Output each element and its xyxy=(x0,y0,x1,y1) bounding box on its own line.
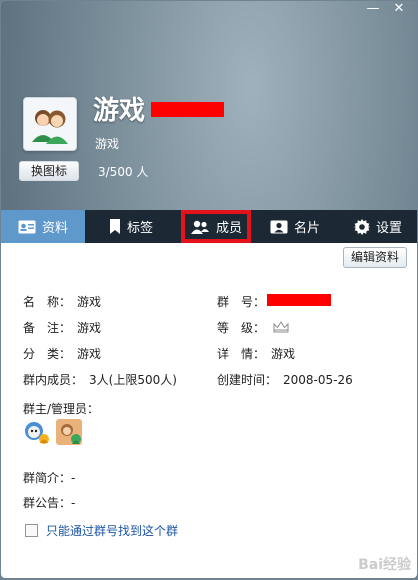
field-label: 群内成员： xyxy=(23,373,84,387)
group-title: 游戏 xyxy=(93,96,146,126)
field-label: 创建时间： xyxy=(217,373,278,387)
field-category: 分 类： 游戏 xyxy=(23,345,101,362)
field-value: 游戏 xyxy=(77,347,102,361)
checkbox[interactable] xyxy=(25,524,38,537)
tab-members[interactable]: 成员 xyxy=(181,210,251,243)
field-group-number: 群 号： xyxy=(217,293,265,310)
tab-label: 设置 xyxy=(375,221,402,236)
redaction-bar xyxy=(151,102,224,117)
tab-label: 成员 xyxy=(215,221,242,236)
crown-icon xyxy=(273,321,289,333)
field-value: 2008-05-26 xyxy=(283,373,353,387)
field-label: 群 号： xyxy=(217,295,266,309)
admin-list xyxy=(23,418,83,446)
tab-tags[interactable]: 标签 xyxy=(85,210,177,243)
search-by-number-only[interactable]: 只能通过群号找到这个群 xyxy=(25,522,178,539)
admins-label: 群主/管理员： xyxy=(23,402,100,416)
minimize-button[interactable]: — xyxy=(361,1,385,19)
change-icon-button[interactable]: 换图标 xyxy=(19,161,79,181)
field-name: 名 称： 游戏 xyxy=(23,293,101,310)
field-members: 群内成员： 3人(上限500人) xyxy=(23,371,177,388)
profile-panel: 编辑资料 名 称： 游戏 备 注： 游戏 分 类： 游戏 群内成员： 3人(上限500人… xyxy=(1,243,417,578)
field-value: 游戏 xyxy=(271,347,296,361)
gear-icon xyxy=(353,218,370,235)
watermark: Bai经验 xyxy=(358,557,411,573)
tab-bar: 资料 标签 成员 名片 设置 xyxy=(1,210,417,243)
field-label: 等 级： xyxy=(217,321,266,335)
field-created: 创建时间： 2008-05-26 xyxy=(217,371,353,388)
group-avatar[interactable] xyxy=(23,97,77,151)
field-label: 详 情： xyxy=(217,347,266,361)
close-button[interactable]: ✕ xyxy=(387,1,411,19)
members-icon xyxy=(190,220,209,234)
group-header: — ✕ 游戏 游戏 换图标 3/500 人 xyxy=(1,1,417,211)
member-count: 3/500 人 xyxy=(98,165,149,179)
field-value: 游戏 xyxy=(77,321,102,335)
admin-avatar[interactable] xyxy=(55,418,83,446)
group-subtitle: 游戏 xyxy=(95,137,120,151)
admin-avatar[interactable] xyxy=(23,418,51,446)
tab-business-card[interactable]: 名片 xyxy=(251,210,339,243)
field-label: 名 称： xyxy=(23,295,72,309)
group-info-window: — ✕ 游戏 游戏 换图标 3/500 人 资料 标签 成员 名片 设置 编辑资… xyxy=(1,1,417,578)
field-label: 备 注： xyxy=(23,321,72,335)
business-card-icon xyxy=(270,220,288,233)
bookmark-icon xyxy=(109,219,120,234)
group-notice: 群公告：- xyxy=(23,496,76,510)
field-label: 分 类： xyxy=(23,347,72,361)
tab-profile[interactable]: 资料 xyxy=(1,210,85,243)
redaction-bar xyxy=(267,294,331,306)
group-people-icon xyxy=(32,110,68,144)
field-value: 游戏 xyxy=(77,295,102,309)
tab-label: 名片 xyxy=(293,221,320,236)
field-remark: 备 注： 游戏 xyxy=(23,319,101,336)
window-controls: — ✕ xyxy=(361,1,411,19)
tab-settings[interactable]: 设置 xyxy=(339,210,417,243)
tab-label: 标签 xyxy=(126,221,153,236)
field-details: 详 情： 游戏 xyxy=(217,345,295,362)
field-value: 3人(上限500人) xyxy=(89,373,177,387)
tab-label: 资料 xyxy=(41,221,68,236)
checkbox-label[interactable]: 只能通过群号找到这个群 xyxy=(46,522,178,539)
profile-card-icon xyxy=(18,220,36,233)
field-level: 等 级： xyxy=(217,319,289,336)
group-intro: 群简介：- xyxy=(23,471,76,485)
edit-profile-button[interactable]: 编辑资料 xyxy=(343,247,407,268)
